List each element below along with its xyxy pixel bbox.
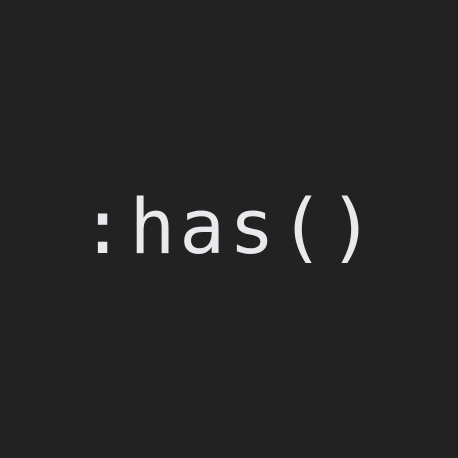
- title-card: :has(): [0, 0, 458, 458]
- selector-title: :has(): [79, 182, 379, 271]
